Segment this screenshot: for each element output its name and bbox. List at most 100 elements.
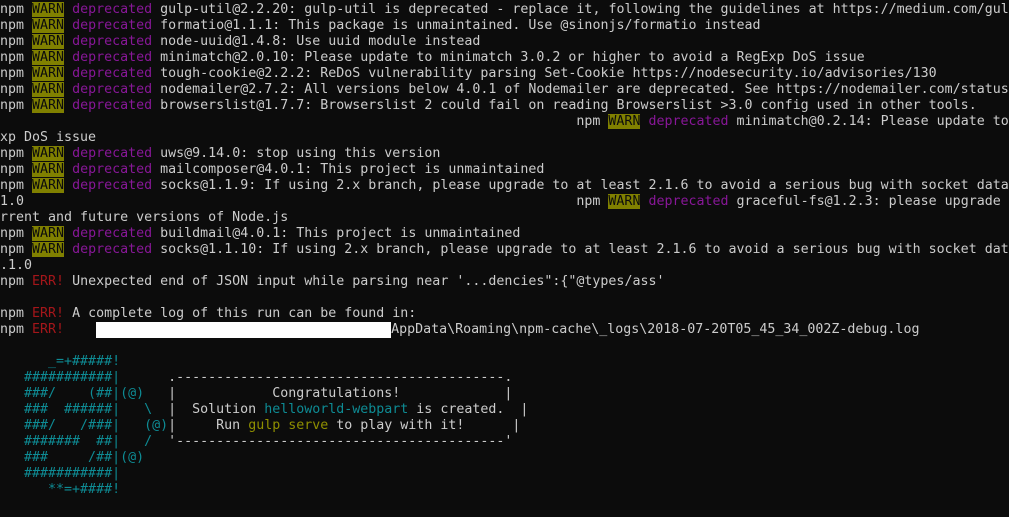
line-text: npm [0, 146, 33, 161]
line-text: mailcomposer@4.0.1: This project is unma… [152, 162, 545, 177]
line-text [64, 162, 72, 177]
terminal-line: npm WARN deprecated node-uuid@1.4.8: Use… [0, 34, 1009, 50]
line-text: xp DoS issue [0, 130, 97, 145]
warn-badge: WARN [32, 242, 65, 257]
ascii-art-text: ###########| [0, 370, 121, 385]
line-text: minimatch@0.2.14: Please update to [728, 114, 1009, 129]
terminal-window[interactable]: npm WARN deprecated gulp-util@2.2.20: gu… [0, 0, 1009, 517]
line-text: 1.0 npm [0, 194, 609, 209]
terminal-line: ###########| .--------------------------… [0, 370, 1009, 386]
terminal-line: npm WARN deprecated gulp-util@2.2.20: gu… [0, 2, 1009, 18]
line-text: buildmail@4.0.1: This project is unmaint… [152, 226, 521, 241]
warn-badge: WARN [608, 114, 641, 129]
line-text [64, 82, 72, 97]
terminal-line: npm ERR! AppData\Roaming\npm-cache\_logs… [0, 322, 1009, 338]
ascii-art-text: ### ######| \ [0, 402, 153, 417]
line-text: npm [0, 114, 609, 129]
line-text [64, 242, 72, 257]
command-highlight: gulp serve [248, 418, 329, 433]
ascii-art-text: ### /##|(@) [0, 450, 145, 465]
terminal-line: npm ERR! Unexpected end of JSON input wh… [0, 274, 1009, 290]
line-text: .---------------------------------------… [120, 370, 513, 385]
deprecated-label: deprecated [72, 82, 153, 97]
warn-badge: WARN [32, 82, 65, 97]
deprecated-label: deprecated [72, 98, 153, 113]
terminal-line: ###########| [0, 466, 1009, 482]
terminal-line: ### /##|(@) [0, 450, 1009, 466]
terminal-line: npm WARN deprecated socks@1.1.10: If usi… [0, 242, 1009, 258]
warn-badge: WARN [32, 34, 65, 49]
line-text [64, 98, 72, 113]
line-text: npm [0, 274, 33, 289]
line-text [64, 34, 72, 49]
ascii-art-text: ###/ /###| (@) [0, 418, 169, 433]
terminal-line: ### ######| \ | Solution helloworld-webp… [0, 402, 1009, 418]
deprecated-label: deprecated [72, 146, 153, 161]
terminal-line: npm WARN deprecated minimatch@2.0.10: Pl… [0, 50, 1009, 66]
terminal-line: npm WARN deprecated minimatch@0.2.14: Pl… [0, 114, 1009, 130]
line-text: node-uuid@1.4.8: Use uuid module instead [152, 34, 481, 49]
line-text: browserslist@1.7.7: Browserslist 2 could… [152, 98, 977, 113]
line-text: minimatch@2.0.10: Please update to minim… [152, 50, 865, 65]
terminal-line: npm ERR! A complete log of this run can … [0, 306, 1009, 322]
line-text [64, 178, 72, 193]
warn-badge: WARN [608, 194, 641, 209]
line-text: npm [0, 162, 33, 177]
deprecated-label: deprecated [72, 18, 153, 33]
line-text: '---------------------------------------… [152, 434, 513, 449]
warn-badge: WARN [32, 146, 65, 161]
ascii-art-text: ###/ (##|(@) [0, 386, 145, 401]
line-text: gulp-util@2.2.20: gulp-util is deprecate… [152, 2, 1009, 17]
line-text: to play with it! | [328, 418, 521, 433]
terminal-line: npm WARN deprecated browserslist@1.7.7: … [0, 98, 1009, 114]
terminal-line: 1.0 npm WARN deprecated graceful-fs@1.2.… [0, 194, 1009, 210]
err-label: ERR! [32, 306, 65, 321]
line-text: A complete log of this run can be found … [64, 306, 417, 321]
line-text: npm [0, 178, 33, 193]
line-text [64, 2, 72, 17]
deprecated-label: deprecated [72, 226, 153, 241]
ascii-art-text: helloworld-webpart [264, 402, 409, 417]
warn-badge: WARN [32, 226, 65, 241]
line-text [64, 50, 72, 65]
line-text: npm [0, 306, 33, 321]
line-text: tough-cookie@2.2.2: ReDoS vulnerability … [152, 66, 937, 81]
terminal-line: ###/ (##|(@) | Congratulations! | [0, 386, 1009, 402]
line-text: npm [0, 98, 33, 113]
terminal-line: _=+#####! [0, 354, 1009, 370]
line-text: | Congratulations! | [144, 386, 513, 401]
line-text: nodemailer@2.7.2: All versions below 4.0… [152, 82, 1009, 97]
line-text: AppData\Roaming\npm-cache\_logs\2018-07-… [391, 322, 920, 337]
deprecated-label: deprecated [72, 178, 153, 193]
terminal-line: ####### ##| / '-------------------------… [0, 434, 1009, 450]
line-text: npm [0, 66, 33, 81]
terminal-line: npm WARN deprecated tough-cookie@2.2.2: … [0, 66, 1009, 82]
line-text: formatio@1.1.1: This package is unmainta… [152, 18, 761, 33]
deprecated-label: deprecated [72, 2, 153, 17]
line-text: npm [0, 226, 33, 241]
deprecated-label: deprecated [72, 50, 153, 65]
deprecated-label: deprecated [72, 66, 153, 81]
deprecated-label: deprecated [72, 242, 153, 257]
line-text: Unexpected end of JSON input while parsi… [64, 274, 665, 289]
line-text: socks@1.1.10: If using 2.x branch, pleas… [152, 242, 1009, 257]
terminal-line: ###/ /###| (@)| Run gulp serve to play w… [0, 418, 1009, 434]
line-text [64, 322, 96, 337]
err-label: ERR! [32, 322, 65, 337]
terminal-line: npm WARN deprecated nodemailer@2.7.2: Al… [0, 82, 1009, 98]
line-text: | Solution [152, 402, 265, 417]
terminal-line: npm WARN deprecated formatio@1.1.1: This… [0, 18, 1009, 34]
warn-badge: WARN [32, 66, 65, 81]
warn-badge: WARN [32, 98, 65, 113]
terminal-line: npm WARN deprecated uws@9.14.0: stop usi… [0, 146, 1009, 162]
line-text: .1.0 [0, 258, 33, 273]
line-text: npm [0, 50, 33, 65]
line-text [64, 66, 72, 81]
terminal-line: npm WARN deprecated socks@1.1.9: If usin… [0, 178, 1009, 194]
line-text: uws@9.14.0: stop using this version [152, 146, 441, 161]
line-text: is created. | [408, 402, 529, 417]
ascii-art-text: _=+#####! [0, 354, 121, 369]
line-text: npm [0, 322, 33, 337]
deprecated-label: deprecated [648, 114, 729, 129]
